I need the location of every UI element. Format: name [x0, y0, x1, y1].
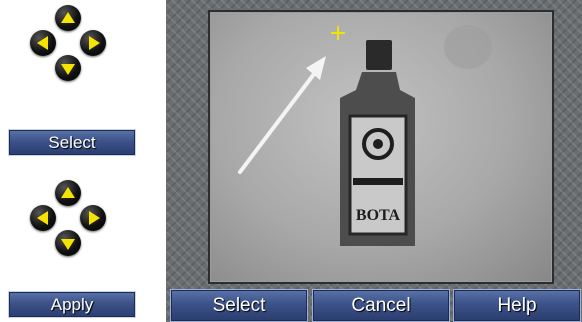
bottle-cap	[366, 40, 392, 70]
dpad-bottom	[30, 180, 106, 256]
arrow-up-icon	[61, 186, 75, 198]
arrow-down-icon	[61, 238, 75, 250]
camera-image: BOTA	[238, 25, 492, 246]
bottom-help-button[interactable]: Help	[453, 289, 581, 322]
dpad-bottom-left-button[interactable]	[30, 205, 56, 231]
side-select-button[interactable]: Select	[8, 129, 136, 156]
camera-viewport[interactable]: BOTA	[208, 10, 554, 284]
dpad-top-left-button[interactable]	[30, 30, 56, 56]
bottom-select-button[interactable]: Select	[170, 289, 308, 322]
bottle-label-text: BOTA	[356, 207, 401, 224]
dpad-top-down-button[interactable]	[55, 55, 81, 81]
arrow-right-icon	[88, 36, 100, 50]
dpad-bottom-down-button[interactable]	[55, 230, 81, 256]
label-bar	[353, 178, 403, 185]
arrow-down-icon	[61, 63, 75, 75]
side-apply-button[interactable]: Apply	[8, 291, 136, 318]
arrow-left-icon	[36, 211, 48, 225]
bottom-cancel-button[interactable]: Cancel	[312, 289, 450, 322]
crosshair-icon	[331, 26, 345, 40]
dpad-top-up-button[interactable]	[55, 5, 81, 31]
dpad-bottom-right-button[interactable]	[80, 205, 106, 231]
arrow-up-icon	[61, 11, 75, 23]
dpad-top-right-button[interactable]	[80, 30, 106, 56]
dpad-top	[30, 5, 106, 81]
dpad-bottom-up-button[interactable]	[55, 180, 81, 206]
pointer-arrow-icon	[238, 56, 326, 174]
arrow-left-icon	[36, 36, 48, 50]
arrow-right-icon	[88, 211, 100, 225]
background-blob	[444, 25, 492, 69]
target-center	[373, 139, 383, 149]
